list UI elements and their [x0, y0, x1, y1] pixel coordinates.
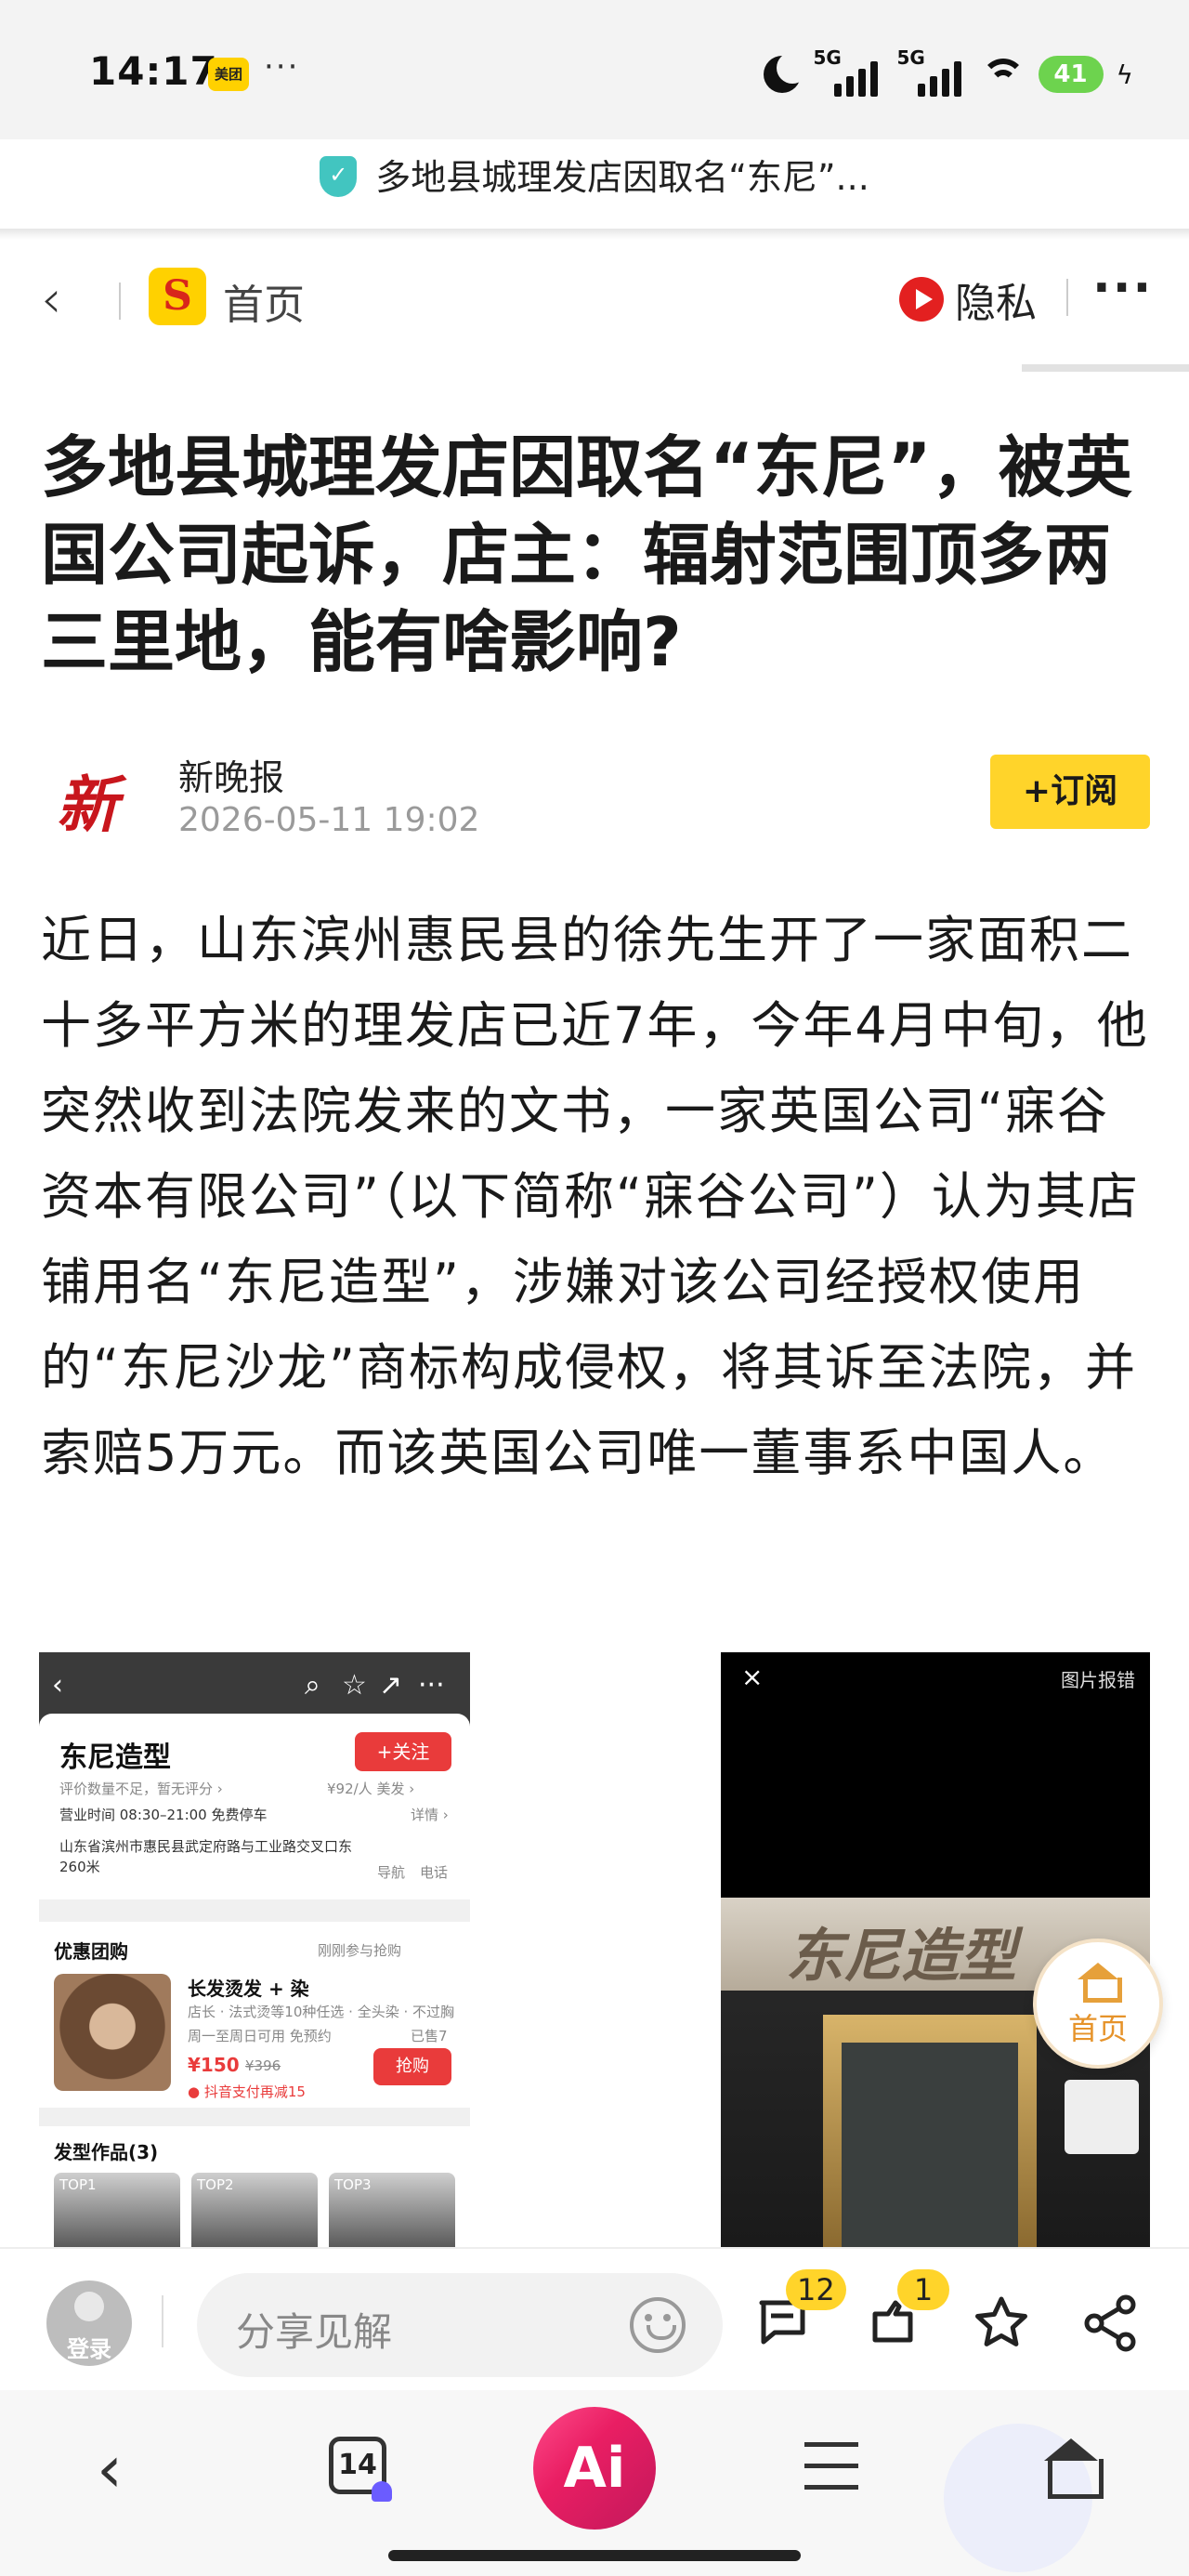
- photo-close-icon: ×: [741, 1662, 764, 1692]
- wifi-icon: [980, 57, 1026, 92]
- article-title: 多地县城理发店因取名“东尼”，被英国公司起诉，店主：辐射范围顶多两三里地，能有啥…: [41, 428, 1132, 681]
- menu-button[interactable]: [804, 2442, 858, 2491]
- shop-name: 东尼造型: [59, 1741, 171, 1774]
- browser-bottom-nav: ‹ 14 Ai: [0, 2390, 1189, 2576]
- deal-tags: 周一至周日可用 免预约: [188, 2028, 332, 2044]
- more-notifications-icon: ···: [264, 48, 300, 85]
- share-icon: [1084, 2294, 1136, 2352]
- listing-share-icon: ↗: [379, 1669, 403, 1702]
- publish-date: 2026-05-11 19:02: [178, 801, 480, 839]
- listing-star-icon: ☆: [342, 1669, 367, 1702]
- deal-card: 优惠团购 刚刚参与抢购 长发烫发 + 染 店长 · 法式烫等10种任选 · 全头…: [39, 1922, 470, 2108]
- works-card: 发型作品(3) TOP1 TOP2 TOP3: [39, 2126, 470, 2247]
- header-divider: [0, 229, 1189, 240]
- more-options-button[interactable]: ···: [1092, 260, 1153, 316]
- deal-price: ¥150: [188, 2054, 240, 2076]
- author-avatar[interactable]: 新: [41, 758, 134, 851]
- listing-back-icon: ‹: [52, 1669, 63, 1702]
- work-thumb-2: TOP2: [191, 2173, 318, 2247]
- signal-icon: 5G: [814, 46, 884, 97]
- shop-door-glass: [842, 2043, 1018, 2247]
- nav-divider-2: [1066, 279, 1068, 316]
- works-title: 发型作品(3): [54, 2141, 159, 2163]
- deal-original-price: ¥396: [245, 2057, 281, 2074]
- subscribe-button[interactable]: +订阅: [990, 755, 1150, 829]
- comment-bar-divider: [162, 2295, 163, 2347]
- floating-home-label: 首页: [1067, 2011, 1128, 2046]
- home-icon: [1078, 1963, 1122, 2003]
- ai-assistant-button[interactable]: Ai: [533, 2407, 656, 2530]
- browser-back-button[interactable]: ‹: [97, 2431, 123, 2507]
- work-thumb-3: TOP3: [329, 2173, 455, 2247]
- shop-detail-link: 详情 ›: [411, 1807, 449, 1823]
- ac-unit: [1065, 2080, 1139, 2154]
- app-logo-icon[interactable]: S: [149, 268, 206, 325]
- browser-home-button[interactable]: [1044, 2438, 1104, 2499]
- deals-title: 优惠团购: [54, 1940, 128, 1963]
- hairstyle-photo: [54, 1974, 171, 2091]
- scroll-indicator: [1022, 364, 1189, 372]
- privacy-button[interactable]: 隐私: [899, 269, 1037, 329]
- deal-sold: 已售7: [411, 2028, 448, 2044]
- status-indicators: 5G 5G 41 ϟ: [763, 46, 1133, 97]
- work-thumb-1: TOP1: [54, 2173, 180, 2247]
- shares-count-badge: 1: [897, 2269, 949, 2310]
- url-bar[interactable]: 多地县城理发店因取名“东尼”...: [0, 149, 1189, 201]
- share-button[interactable]: [1081, 2293, 1137, 2352]
- comment-input[interactable]: 分享见解: [197, 2273, 723, 2377]
- emoji-icon[interactable]: [630, 2297, 686, 2353]
- deals-note: 刚刚参与抢购: [318, 1942, 402, 1959]
- share-count-button[interactable]: 1: [866, 2269, 949, 2349]
- nav-divider: [119, 283, 121, 320]
- favorite-button[interactable]: [972, 2293, 1027, 2349]
- shop-info-card: 东尼造型 +关注 评价数量不足，暂无评分 › ¥92/人 美发 › 营业时间 0…: [39, 1714, 470, 1899]
- page-url-title: 多地县城理发店因取名“东尼”...: [375, 157, 869, 198]
- shop-hours: 营业时间 08:30–21:00 免费停车: [59, 1807, 268, 1823]
- photo-report-label: 图片报错: [1061, 1669, 1135, 1691]
- floating-home-button[interactable]: 首页: [1033, 1939, 1163, 2069]
- security-shield-icon: [320, 155, 358, 197]
- status-bar: 14:17 美团 ··· 5G 5G 41 ϟ 多地县城理发店因取名“东尼”..…: [0, 0, 1189, 198]
- comments-button[interactable]: 12: [754, 2269, 846, 2349]
- article-body: 近日，山东滨州惠民县的徐先生开了一家面积二十多平方米的理发店已近7年，今年4月中…: [41, 911, 1149, 1482]
- charging-icon: ϟ: [1116, 59, 1133, 90]
- listing-more-icon: ···: [418, 1669, 445, 1702]
- status-time: 14:17: [89, 48, 218, 94]
- comment-bar: 登录 分享见解 12 1: [0, 2247, 1189, 2386]
- buy-button: 抢购: [373, 2048, 451, 2085]
- deal-name: 长发烫发 + 染: [188, 1978, 309, 2000]
- article-image-shop-listing[interactable]: ‹ ⌕ ☆ ↗ ··· 东尼造型 +关注 评价数量不足，暂无评分 › ¥92/人…: [39, 1652, 470, 2247]
- article-nav-bar: ‹ S 首页 隐私 ···: [0, 251, 1189, 344]
- battery-icon: 41: [1038, 56, 1104, 93]
- shop-rating: 评价数量不足，暂无评分 ›: [59, 1781, 223, 1797]
- author-name[interactable]: 新晚报: [178, 749, 284, 800]
- signal-icon-2: 5G: [897, 46, 968, 97]
- shop-sign-text: 东尼造型: [786, 1922, 1017, 1990]
- incognito-ghost-icon: [372, 2481, 392, 2502]
- shop-phone-label: 电话: [420, 1864, 449, 1881]
- back-button[interactable]: ‹: [41, 269, 61, 330]
- shop-address: 山东省滨州市惠民县武定府路与工业路交叉口东 260米: [59, 1838, 353, 1875]
- deal-promo: ● 抖音支付再减15: [188, 2083, 306, 2100]
- deal-desc: 店长 · 法式烫等10种任选 · 全头染 · 不过胸: [188, 2004, 455, 2020]
- home-link[interactable]: 首页: [223, 271, 305, 331]
- follow-shop-button: +关注: [355, 1732, 451, 1771]
- do-not-disturb-icon: [763, 52, 808, 93]
- comments-count-badge: 12: [786, 2269, 846, 2310]
- privacy-play-icon: [899, 277, 944, 322]
- privacy-label: 隐私: [955, 280, 1037, 327]
- shop-price-per: ¥92/人 美发 ›: [327, 1781, 415, 1797]
- shop-nav-label: 导航: [377, 1864, 406, 1881]
- comment-placeholder: 分享见解: [236, 2309, 393, 2355]
- star-icon: [975, 2296, 1027, 2346]
- meituan-notification-icon: 美团: [208, 58, 249, 91]
- home-indicator[interactable]: [388, 2550, 801, 2561]
- login-avatar[interactable]: 登录: [46, 2280, 132, 2366]
- listing-search-icon: ⌕: [305, 1669, 320, 1702]
